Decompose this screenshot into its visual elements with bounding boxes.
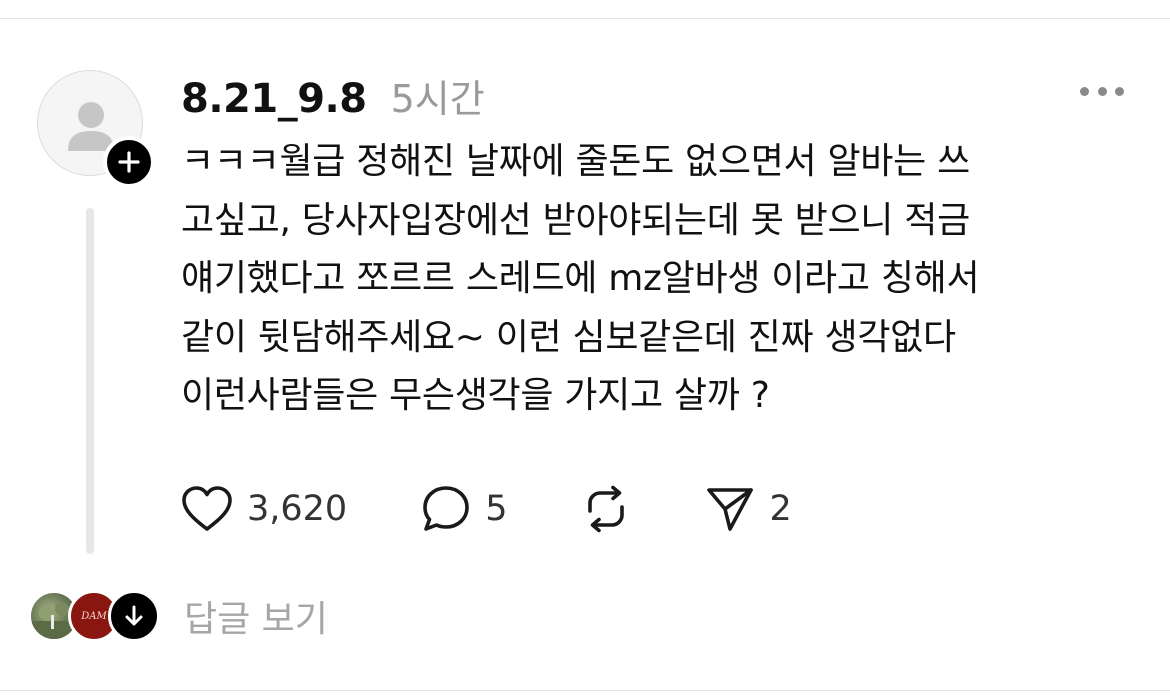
speech-bubble-icon xyxy=(423,486,470,531)
share-button[interactable]: 2 xyxy=(705,484,792,534)
more-options-button[interactable] xyxy=(1080,84,1124,98)
ellipsis-icon xyxy=(1080,86,1089,96)
share-count: 2 xyxy=(769,489,792,529)
timestamp: 5시간 xyxy=(390,77,485,121)
view-replies-link[interactable]: 답글 보기 xyxy=(184,590,328,642)
reply-avatar xyxy=(108,590,160,642)
post-text: ㅋㅋㅋ월급 정해진 날짜에 줄돈도 없으면서 알바는 쓰 고싶고, 당사자입장에… xyxy=(181,141,980,417)
like-count: 3,620 xyxy=(247,489,348,529)
top-divider xyxy=(0,18,1170,19)
reply-avatar-logo: DAM xyxy=(81,610,107,622)
reply-button[interactable]: 5 xyxy=(421,484,507,534)
plus-icon xyxy=(118,151,140,173)
ellipsis-icon xyxy=(1115,86,1124,96)
username[interactable]: 8.21_9.8 xyxy=(181,76,367,122)
ellipsis-icon xyxy=(1097,86,1107,96)
like-button[interactable]: 3,620 xyxy=(181,485,347,533)
arrow-down-icon xyxy=(125,605,143,626)
reply-count: 5 xyxy=(485,489,508,529)
repost-icon xyxy=(588,485,625,533)
bottom-divider xyxy=(0,690,1170,691)
repost-button[interactable] xyxy=(581,484,631,534)
send-icon xyxy=(707,488,754,531)
follow-button[interactable] xyxy=(103,136,155,188)
view-replies-row[interactable]: DAM 답글 보기 xyxy=(28,590,328,642)
post-actions: 3,620 5 2 xyxy=(181,478,866,540)
post-header: 8.21_9.8 5시간 xyxy=(181,68,485,122)
heart-icon xyxy=(182,486,232,531)
thread-line xyxy=(86,208,94,554)
